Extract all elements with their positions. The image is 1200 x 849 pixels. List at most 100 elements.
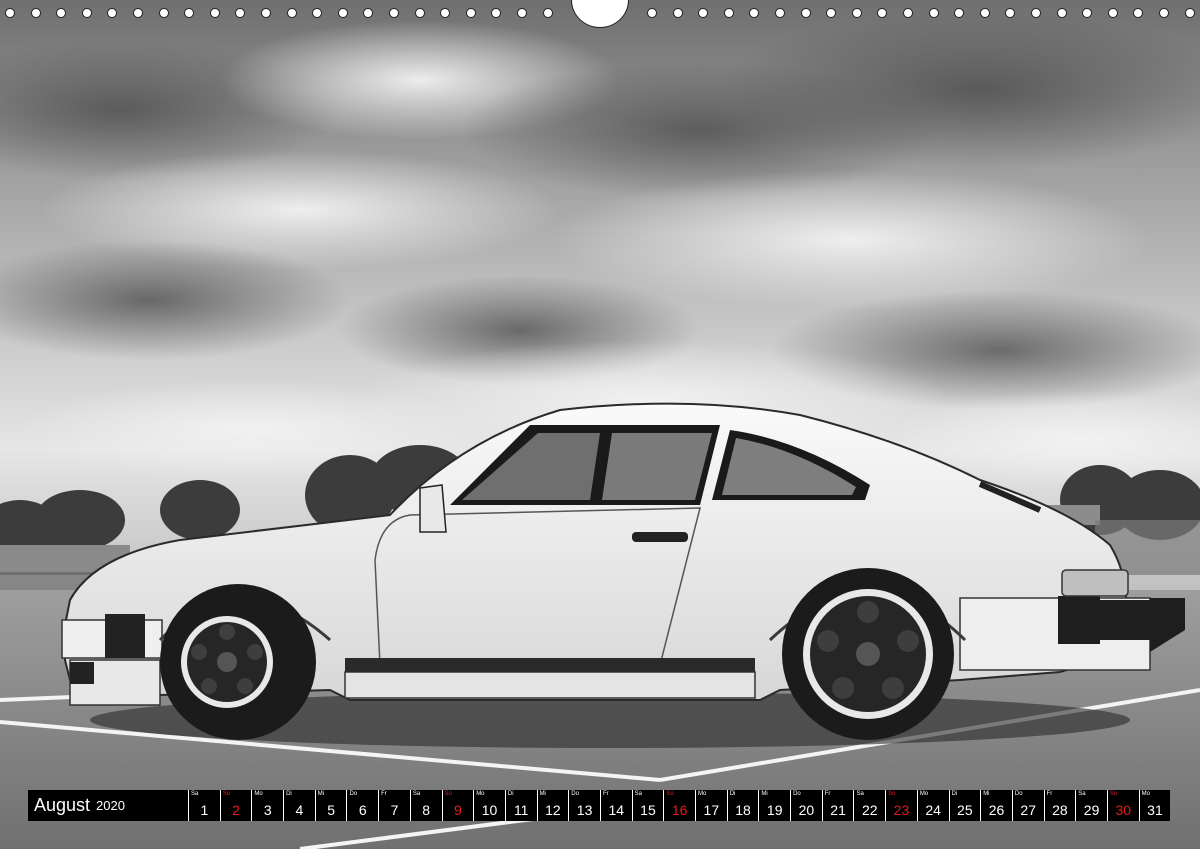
- day-number: 30: [1115, 802, 1132, 818]
- binding-hole-icon: [749, 8, 760, 18]
- day-number: 19: [766, 802, 783, 818]
- weekday-label: Di: [951, 791, 958, 797]
- day-cell: Fr 21: [821, 790, 854, 821]
- binding-hole-icon: [979, 8, 990, 18]
- day-number: 6: [358, 802, 367, 818]
- weekday-label: Mi: [983, 791, 990, 797]
- day-cell: Mo 10: [473, 790, 505, 821]
- weekday-label: Do: [1014, 791, 1023, 797]
- day-number: 14: [608, 802, 625, 818]
- day-cell: Sa 22: [853, 790, 886, 821]
- calendar-strip: August 2020 Sa 1 So 2 Mo 3 Di 4 Mi 5 Do 6 Fr 7 Sa 8 So 9 M…: [28, 790, 1171, 821]
- binding-hole-icon: [107, 8, 118, 18]
- weekday-label: Mo: [919, 791, 929, 797]
- day-cell: So 16: [663, 790, 695, 821]
- day-number: 13: [576, 802, 593, 818]
- day-cell: Sa 1: [188, 790, 220, 821]
- binding-hole-icon: [775, 8, 785, 18]
- day-cell: Do 6: [346, 790, 379, 821]
- day-number: 5: [327, 802, 335, 818]
- spiral-binding: [0, 0, 1200, 30]
- weekday-label: Di: [286, 791, 292, 797]
- weekday-label: So: [1109, 791, 1118, 797]
- binding-hole-icon: [235, 8, 246, 18]
- binding-hole-icon: [647, 8, 657, 18]
- day-number: 2: [232, 802, 240, 818]
- day-cell: Di 25: [948, 790, 981, 821]
- weekday-label: Mo: [698, 791, 707, 797]
- day-cell: So 9: [441, 790, 474, 821]
- car-photo: [0, 0, 1200, 849]
- day-cell: Mi 26: [980, 790, 1012, 821]
- day-number: 28: [1052, 802, 1068, 818]
- day-cell: Sa 15: [631, 790, 664, 821]
- binding-hole-icon: [184, 8, 195, 18]
- weekday-label: Fr: [1046, 791, 1053, 797]
- weekday-label: Mi: [539, 791, 546, 797]
- front-wheel: [160, 584, 316, 740]
- binding-hole-icon: [1082, 8, 1093, 18]
- day-number: 17: [703, 802, 720, 818]
- day-cells: Sa 1 So 2 Mo 3 Di 4 Mi 5 Do 6 Fr 7 Sa 8 So 9 Mo 10 Di 11 Mi 12 D…: [188, 790, 1171, 821]
- day-number: 25: [957, 802, 973, 818]
- day-number: 29: [1083, 802, 1100, 818]
- hanger-notch-icon: [571, 0, 629, 28]
- binding-hole-icon: [158, 8, 169, 18]
- calendar-page: August 2020 Sa 1 So 2 Mo 3 Di 4 Mi 5 Do 6 Fr 7 Sa 8 So 9 M…: [0, 0, 1200, 849]
- binding-hole-icon: [1133, 8, 1144, 18]
- weekday-label: Fr: [824, 791, 831, 797]
- day-cell: Mi 19: [758, 790, 791, 821]
- weekday-label: Fr: [381, 791, 387, 797]
- day-number: 11: [513, 802, 529, 818]
- binding-hole-icon: [723, 8, 734, 18]
- weekday-label: Mi: [761, 791, 768, 797]
- day-cell: Sa 29: [1075, 790, 1107, 821]
- binding-hole-icon: [928, 8, 939, 18]
- weekday-label: Do: [349, 791, 358, 797]
- day-cell: Sa 8: [409, 790, 442, 821]
- binding-hole-icon: [286, 8, 297, 18]
- weekday-label: Sa: [1078, 791, 1086, 797]
- day-cell: Fr 14: [599, 790, 632, 821]
- day-cell: Do 27: [1011, 790, 1044, 821]
- day-number: 26: [988, 802, 1005, 818]
- binding-hole-icon: [954, 8, 965, 18]
- day-cell: Di 18: [726, 790, 759, 821]
- day-cell: Fr 7: [378, 790, 410, 821]
- day-cell: Mi 12: [536, 790, 569, 821]
- weekday-label: Di: [729, 791, 736, 797]
- day-number: 1: [200, 802, 209, 818]
- month-name: August: [34, 795, 91, 815]
- binding-hole-icon: [491, 8, 502, 18]
- binding-hole-icon: [698, 8, 709, 18]
- binding-hole-icon: [1159, 8, 1169, 18]
- day-cell: Mi 5: [314, 790, 347, 821]
- binding-hole-icon: [414, 8, 425, 18]
- rear-wheel: [782, 568, 954, 740]
- day-number: 22: [861, 802, 878, 818]
- binding-hole-icon: [1031, 8, 1041, 18]
- day-cell: Di 11: [504, 790, 537, 821]
- day-number: 15: [640, 802, 656, 818]
- binding-hole-icon: [5, 8, 15, 18]
- weekday-label: So: [444, 791, 452, 797]
- day-number: 4: [295, 802, 304, 818]
- weekday-label: Fr: [602, 791, 609, 797]
- day-number: 10: [481, 802, 498, 818]
- weekday-label: Do: [793, 791, 801, 797]
- month-label: August 2020: [28, 790, 188, 821]
- binding-hole-icon: [312, 8, 323, 18]
- weekday-label: Sa: [191, 791, 199, 797]
- weekday-label: Mo: [254, 791, 263, 797]
- binding-hole-icon: [1107, 8, 1118, 18]
- binding-hole-icon: [56, 8, 67, 18]
- weekday-label: Sa: [634, 791, 642, 797]
- weekday-label: So: [666, 791, 674, 797]
- day-number: 31: [1147, 802, 1163, 818]
- day-cell: So 30: [1106, 790, 1139, 821]
- binding-hole-icon: [261, 8, 271, 18]
- weekday-label: Mi: [317, 791, 325, 797]
- weekday-label: Mo: [1141, 791, 1150, 797]
- day-cell: Fr 28: [1043, 790, 1076, 821]
- binding-hole-icon: [209, 8, 220, 18]
